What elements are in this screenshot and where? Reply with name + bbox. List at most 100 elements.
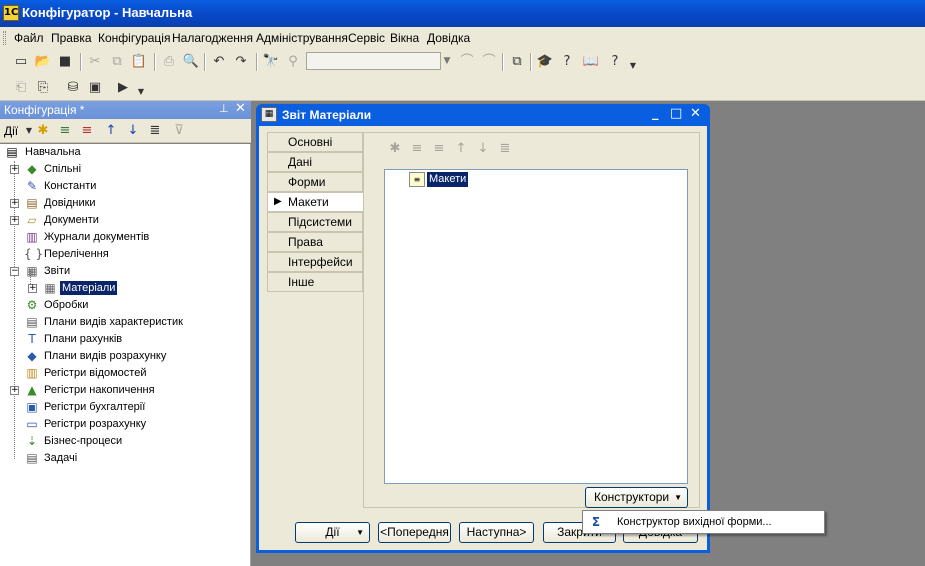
journals-icon: ▥	[26, 230, 38, 244]
tree-node-processings[interactable]: ⚙ Обробки	[0, 297, 240, 314]
move-up-icon[interactable]: ↑	[452, 141, 470, 156]
collapse-icon[interactable]: −	[10, 267, 19, 276]
find-next-icon[interactable]: ⚲	[284, 53, 302, 71]
tree-node-business-processes[interactable]: ⇣ Бізнес-процеси	[0, 433, 240, 450]
toolbar-separator	[256, 53, 258, 71]
tab-interfaces[interactable]: Інтерфейси	[267, 252, 363, 272]
find-next-result-icon[interactable]: ⌒	[480, 53, 498, 71]
menu-file[interactable]: Файл	[14, 31, 44, 45]
chevron-down-icon[interactable]: ▼	[441, 52, 453, 70]
paste-icon[interactable]: 📋	[130, 53, 148, 71]
tab-subsystems[interactable]: Підсистеми	[267, 212, 363, 232]
tree-node-info-registers[interactable]: ▥ Регістри відомостей	[0, 365, 240, 382]
tree-node-chart-accounts[interactable]: T Плани рахунків	[0, 331, 240, 348]
cut-icon[interactable]: ✂	[86, 53, 104, 71]
undo-icon[interactable]: ↶	[210, 53, 228, 71]
pin-icon[interactable]: ⊥	[219, 102, 229, 115]
actions-menu[interactable]: Дії	[4, 124, 18, 138]
actions-button[interactable]: Дії ▼	[295, 522, 370, 543]
add-icon[interactable]: ✱	[386, 141, 404, 156]
search-combo[interactable]	[306, 52, 441, 70]
chevron-down-icon[interactable]: ▼	[624, 57, 642, 75]
expand-icon[interactable]: +	[10, 216, 19, 225]
about-icon[interactable]: ?	[606, 53, 624, 71]
new-icon[interactable]: ▭	[12, 53, 30, 71]
sort-icon[interactable]: ≣	[496, 141, 514, 156]
copy-icon[interactable]: ⧉	[108, 53, 126, 71]
move-down-icon[interactable]: ↓	[124, 122, 142, 140]
output-form-constructor-item[interactable]: Конструктор вихідної форми...	[617, 516, 772, 528]
tree-node-tasks[interactable]: ▤ Задачі	[0, 450, 240, 467]
menu-help[interactable]: Довідка	[427, 31, 470, 45]
expand-icon[interactable]: +	[10, 386, 19, 395]
prev-button[interactable]: <Попередня	[378, 522, 451, 543]
close-icon[interactable]: ✕	[235, 101, 246, 116]
find-icon[interactable]: 🔭	[262, 53, 280, 71]
tree-node-calc-registers[interactable]: ▭ Регістри розрахунку	[0, 416, 240, 433]
close-icon[interactable]: ✕	[690, 106, 701, 121]
tree-node-acc-registers[interactable]: ▣ Регістри бухгалтерії	[0, 399, 240, 416]
print-icon[interactable]: ⎙	[160, 53, 178, 71]
save-icon[interactable]: ■	[56, 53, 74, 71]
delete-icon[interactable]: ≡	[78, 122, 96, 140]
tab-forms[interactable]: Форми	[267, 172, 363, 192]
config-save-icon[interactable]: ⎘	[34, 79, 52, 97]
expand-icon[interactable]: +	[10, 165, 19, 174]
add-icon[interactable]: ✱	[34, 122, 52, 140]
next-button[interactable]: Наступна>	[459, 522, 534, 543]
tree-node-constants[interactable]: ✎ Константи	[0, 178, 240, 195]
tab-rights[interactable]: Права	[267, 232, 363, 252]
report-icon: ▦	[261, 107, 277, 122]
add-child-icon[interactable]: ≡	[408, 141, 426, 156]
menu-windows[interactable]: Вікна	[390, 31, 419, 45]
reports-icon: ▦	[26, 264, 38, 278]
expand-icon[interactable]: +	[28, 284, 37, 293]
menu-configuration[interactable]: Конфігурація	[98, 31, 170, 45]
add-child-icon[interactable]: ≡	[56, 122, 74, 140]
debug-icon[interactable]: ▶	[114, 79, 132, 97]
preview-icon[interactable]: 🔍	[182, 53, 200, 71]
help-search-icon[interactable]: ?	[558, 53, 576, 71]
tree-node-chart-characteristics[interactable]: ▤ Плани видів характеристик	[0, 314, 240, 331]
menu-service[interactable]: Сервіс	[348, 31, 385, 45]
help-contents-icon[interactable]: 📖	[582, 53, 600, 71]
move-up-icon[interactable]: ↑	[102, 122, 120, 140]
move-down-icon[interactable]: ↓	[474, 141, 492, 156]
update-db-icon[interactable]: ⛁	[64, 79, 82, 97]
tree-node-enums[interactable]: { } Перелічення	[0, 246, 240, 263]
tab-templates[interactable]: ▶ Макети	[267, 192, 366, 212]
chevron-down-icon[interactable]: ▼	[132, 83, 150, 101]
tree-node-common[interactable]: + ◆ Спільні	[0, 161, 240, 178]
maximize-icon[interactable]: □	[670, 106, 682, 121]
tree-node-root[interactable]: ▤ Навчальна	[4, 144, 244, 161]
menu-edit[interactable]: Правка	[51, 31, 92, 45]
expand-icon[interactable]: +	[10, 199, 19, 208]
tree-node-report-materials[interactable]: + ▦ Матеріали	[0, 280, 240, 297]
menu-debug[interactable]: Налагодження	[172, 31, 253, 45]
tree-node-reports[interactable]: − ▦ Звіти	[0, 263, 240, 280]
redo-icon[interactable]: ↷	[232, 53, 250, 71]
config-open-icon[interactable]: ⎗	[12, 79, 30, 97]
tab-other[interactable]: Інше	[267, 272, 363, 292]
tab-data[interactable]: Дані	[267, 152, 363, 172]
minimize-icon[interactable]: _	[652, 106, 659, 121]
templates-item[interactable]: Макети	[427, 172, 469, 187]
window-title: Конфігуратор - Навчальна	[22, 5, 193, 20]
tree-node-catalogs[interactable]: + ▤ Довідники	[0, 195, 240, 212]
tab-main[interactable]: Основні	[267, 132, 363, 152]
constructors-button[interactable]: Конструктори ▼	[585, 487, 688, 508]
sort-icon[interactable]: ≣	[146, 122, 164, 140]
filter-icon[interactable]: ⊽	[170, 122, 188, 140]
properties-icon[interactable]: ▣	[86, 79, 104, 97]
windows-icon[interactable]: ⧉	[508, 53, 526, 71]
find-prev-icon[interactable]: ⌒	[458, 53, 476, 71]
menu-administration[interactable]: Адміністрування	[256, 31, 348, 45]
open-icon[interactable]: 📂	[34, 53, 52, 71]
tree-node-chart-calc[interactable]: ◆ Плани видів розрахунку	[0, 348, 240, 365]
chart-char-icon: ▤	[26, 315, 38, 329]
tree-node-accum-registers[interactable]: + ▲ Регістри накопичення	[0, 382, 240, 399]
delete-icon[interactable]: ≡	[430, 141, 448, 156]
tree-node-journals[interactable]: ▥ Журнали документів	[0, 229, 240, 246]
assistant-icon[interactable]: 🎓	[536, 53, 554, 71]
tree-node-documents[interactable]: + ▱ Документи	[0, 212, 240, 229]
